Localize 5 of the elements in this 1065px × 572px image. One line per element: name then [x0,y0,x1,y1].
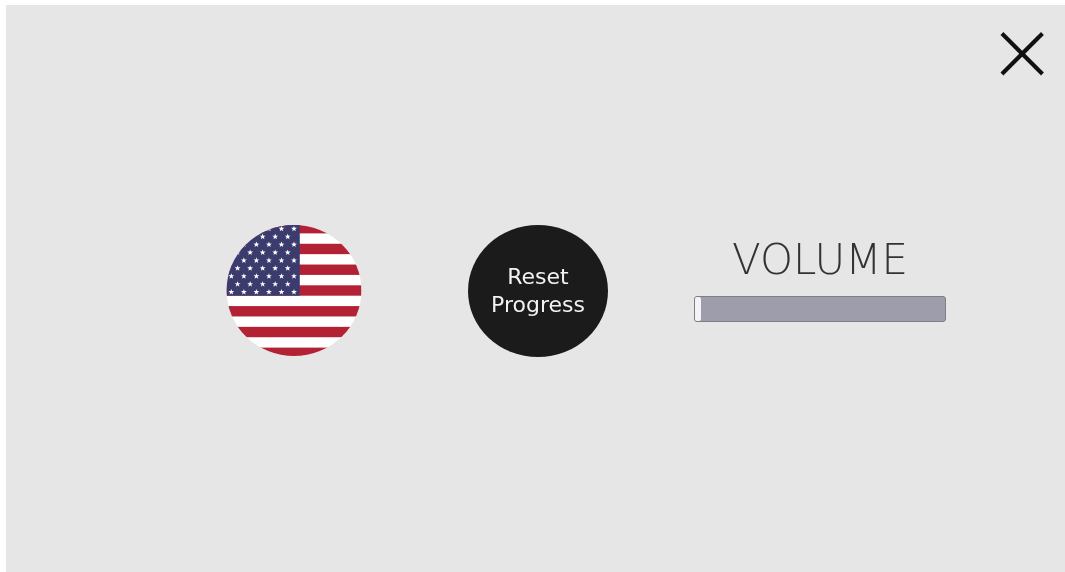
close-button[interactable]: × [987,21,1047,81]
slider-thumb[interactable] [695,296,701,321]
volume-slider[interactable] [694,295,946,322]
volume-label: VOLUME [732,235,908,284]
reset-progress-button[interactable]: Reset Progress [468,224,608,357]
